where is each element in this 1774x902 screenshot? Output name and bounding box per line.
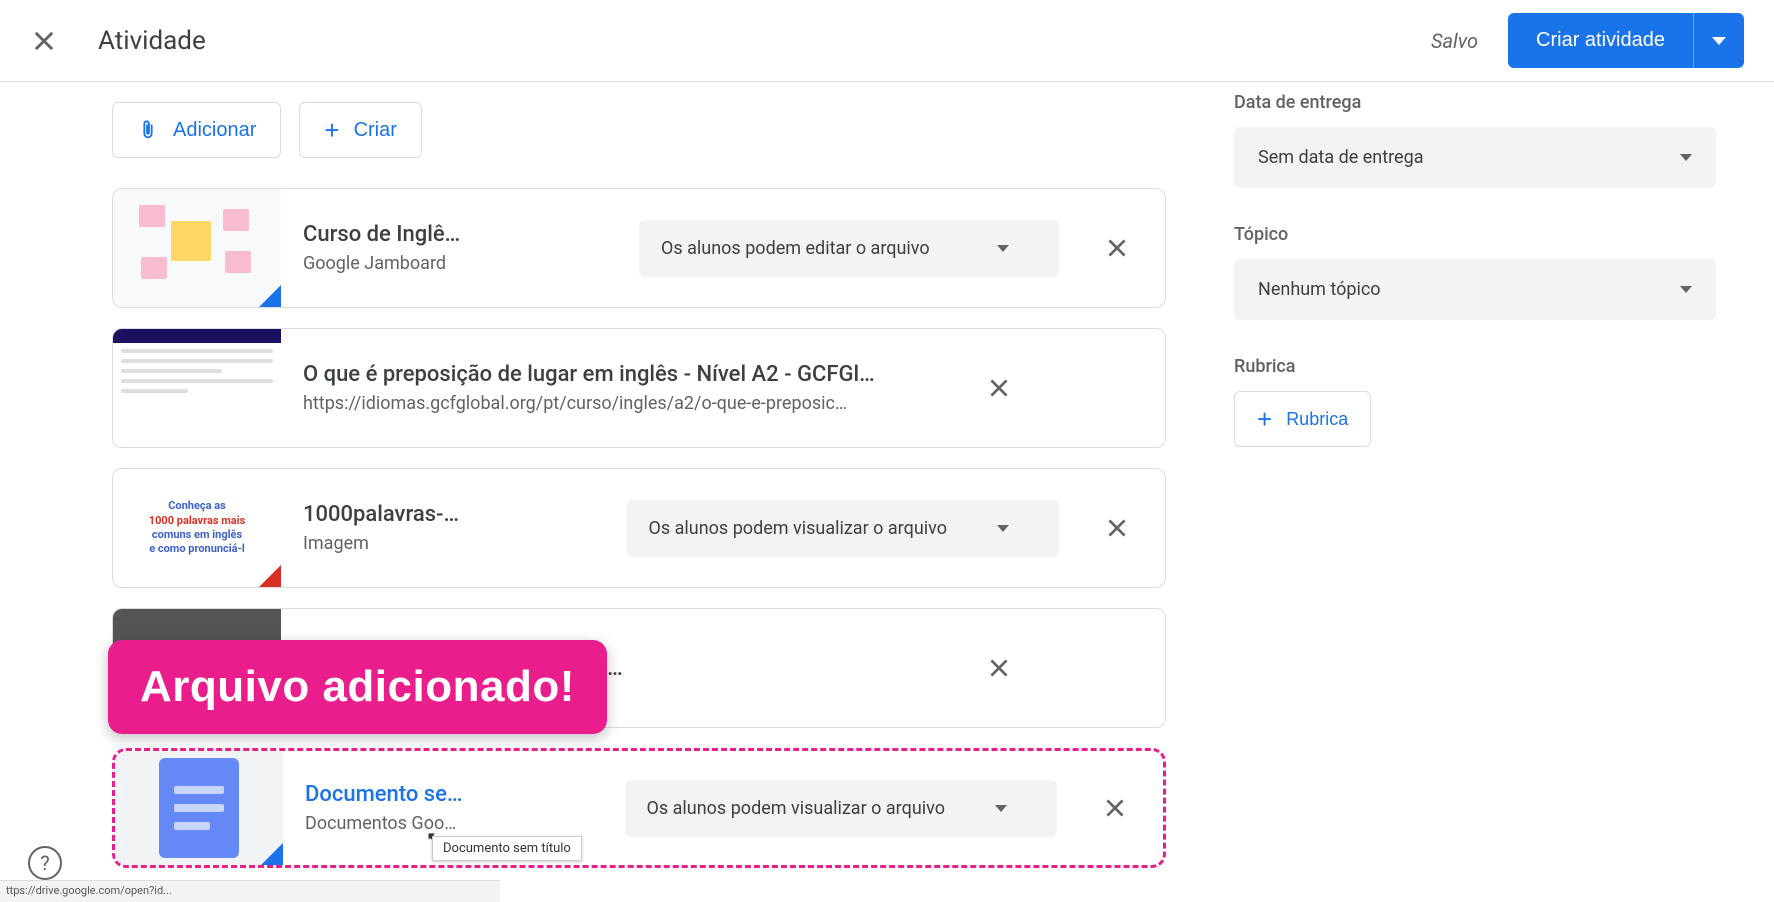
status-bar: ttps://drive.google.com/open?id... bbox=[0, 880, 500, 902]
annotation-badge: Arquivo adicionado! bbox=[108, 640, 607, 734]
caret-down-icon bbox=[997, 245, 1009, 252]
rubric-label: Rubrica bbox=[1234, 356, 1716, 377]
attachment-title[interactable]: 1000palavras-… bbox=[303, 502, 605, 527]
attachment-card: O que é preposição de lugar em inglês - … bbox=[112, 328, 1166, 448]
attachment-subtitle: Imagem bbox=[303, 533, 605, 554]
due-date-value: Sem data de entrega bbox=[1258, 147, 1423, 168]
create-activity-dropdown[interactable] bbox=[1693, 13, 1744, 68]
page-title: Atividade bbox=[98, 26, 206, 56]
attachment-title[interactable]: Documento se… bbox=[305, 782, 603, 807]
create-activity-button[interactable]: Criar atividade bbox=[1508, 13, 1693, 68]
rubric-button-label: Rubrica bbox=[1286, 409, 1348, 430]
due-date-label: Data de entrega bbox=[1234, 92, 1716, 113]
permission-select[interactable]: Os alunos podem visualizar o arquivo bbox=[625, 780, 1058, 837]
attachment-subtitle: Documentos Goo… bbox=[305, 813, 603, 834]
attachment-url: https://idiomas.gcfglobal.org/pt/curso/i… bbox=[303, 393, 949, 414]
close-icon[interactable] bbox=[30, 27, 58, 55]
header-bar: Atividade Salvo Criar atividade bbox=[0, 0, 1774, 82]
add-rubric-button[interactable]: + Rubrica bbox=[1234, 391, 1371, 447]
remove-attachment-button[interactable] bbox=[1087, 780, 1143, 836]
attachment-card: Conheça as 1000 palavras mais comuns em … bbox=[112, 468, 1166, 588]
plus-icon: + bbox=[324, 117, 339, 143]
thumb-text: 1000 palavras mais bbox=[149, 514, 245, 528]
permission-value: Os alunos podem visualizar o arquivo bbox=[649, 518, 948, 539]
caret-down-icon bbox=[1712, 37, 1726, 45]
topic-select[interactable]: Nenhum tópico bbox=[1234, 259, 1716, 320]
plus-icon: + bbox=[1257, 406, 1272, 432]
help-button[interactable]: ? bbox=[28, 846, 62, 880]
thumb-text: Conheça as bbox=[168, 499, 226, 513]
remove-attachment-button[interactable] bbox=[971, 360, 1027, 416]
attachment-thumbnail[interactable] bbox=[115, 751, 283, 865]
attachment-thumbnail[interactable]: Conheça as 1000 palavras mais comuns em … bbox=[113, 469, 281, 587]
attachment-thumbnail[interactable] bbox=[113, 329, 281, 447]
saved-status: Salvo bbox=[1431, 29, 1478, 53]
thumb-text: e como pronunciá-l bbox=[149, 542, 245, 556]
thumb-text: comuns em inglês bbox=[152, 528, 242, 542]
google-doc-icon bbox=[159, 758, 239, 858]
attachment-title[interactable]: O que é preposição de lugar em inglês - … bbox=[303, 362, 949, 387]
permission-value: Os alunos podem editar o arquivo bbox=[661, 238, 930, 259]
attachment-subtitle: Google Jamboard bbox=[303, 253, 617, 274]
add-label: Adicionar bbox=[173, 119, 256, 142]
attachment-thumbnail[interactable] bbox=[113, 189, 281, 307]
remove-attachment-button[interactable] bbox=[971, 640, 1027, 696]
tooltip: Documento sem título bbox=[432, 836, 582, 861]
create-attachment-button[interactable]: + Criar bbox=[299, 102, 422, 158]
create-label: Criar bbox=[354, 119, 397, 142]
due-date-select[interactable]: Sem data de entrega bbox=[1234, 127, 1716, 188]
add-attachment-button[interactable]: Adicionar bbox=[112, 102, 281, 158]
remove-attachment-button[interactable] bbox=[1089, 220, 1145, 276]
caret-down-icon bbox=[1680, 154, 1692, 161]
attachment-card: Curso de Inglê… Google Jamboard Os aluno… bbox=[112, 188, 1166, 308]
caret-down-icon bbox=[995, 805, 1007, 812]
caret-down-icon bbox=[1680, 286, 1692, 293]
attachment-card-highlighted: Documento se… Documentos Goo… Os alunos … bbox=[112, 748, 1166, 868]
topic-label: Tópico bbox=[1234, 224, 1716, 245]
paperclip-icon bbox=[137, 117, 159, 143]
caret-down-icon bbox=[997, 525, 1009, 532]
attachment-title[interactable]: Curso de Inglê… bbox=[303, 222, 617, 247]
permission-value: Os alunos podem visualizar o arquivo bbox=[647, 798, 946, 819]
permission-select[interactable]: Os alunos podem editar o arquivo bbox=[639, 220, 1059, 277]
permission-select[interactable]: Os alunos podem visualizar o arquivo bbox=[627, 500, 1060, 557]
topic-value: Nenhum tópico bbox=[1258, 279, 1381, 300]
remove-attachment-button[interactable] bbox=[1089, 500, 1145, 556]
